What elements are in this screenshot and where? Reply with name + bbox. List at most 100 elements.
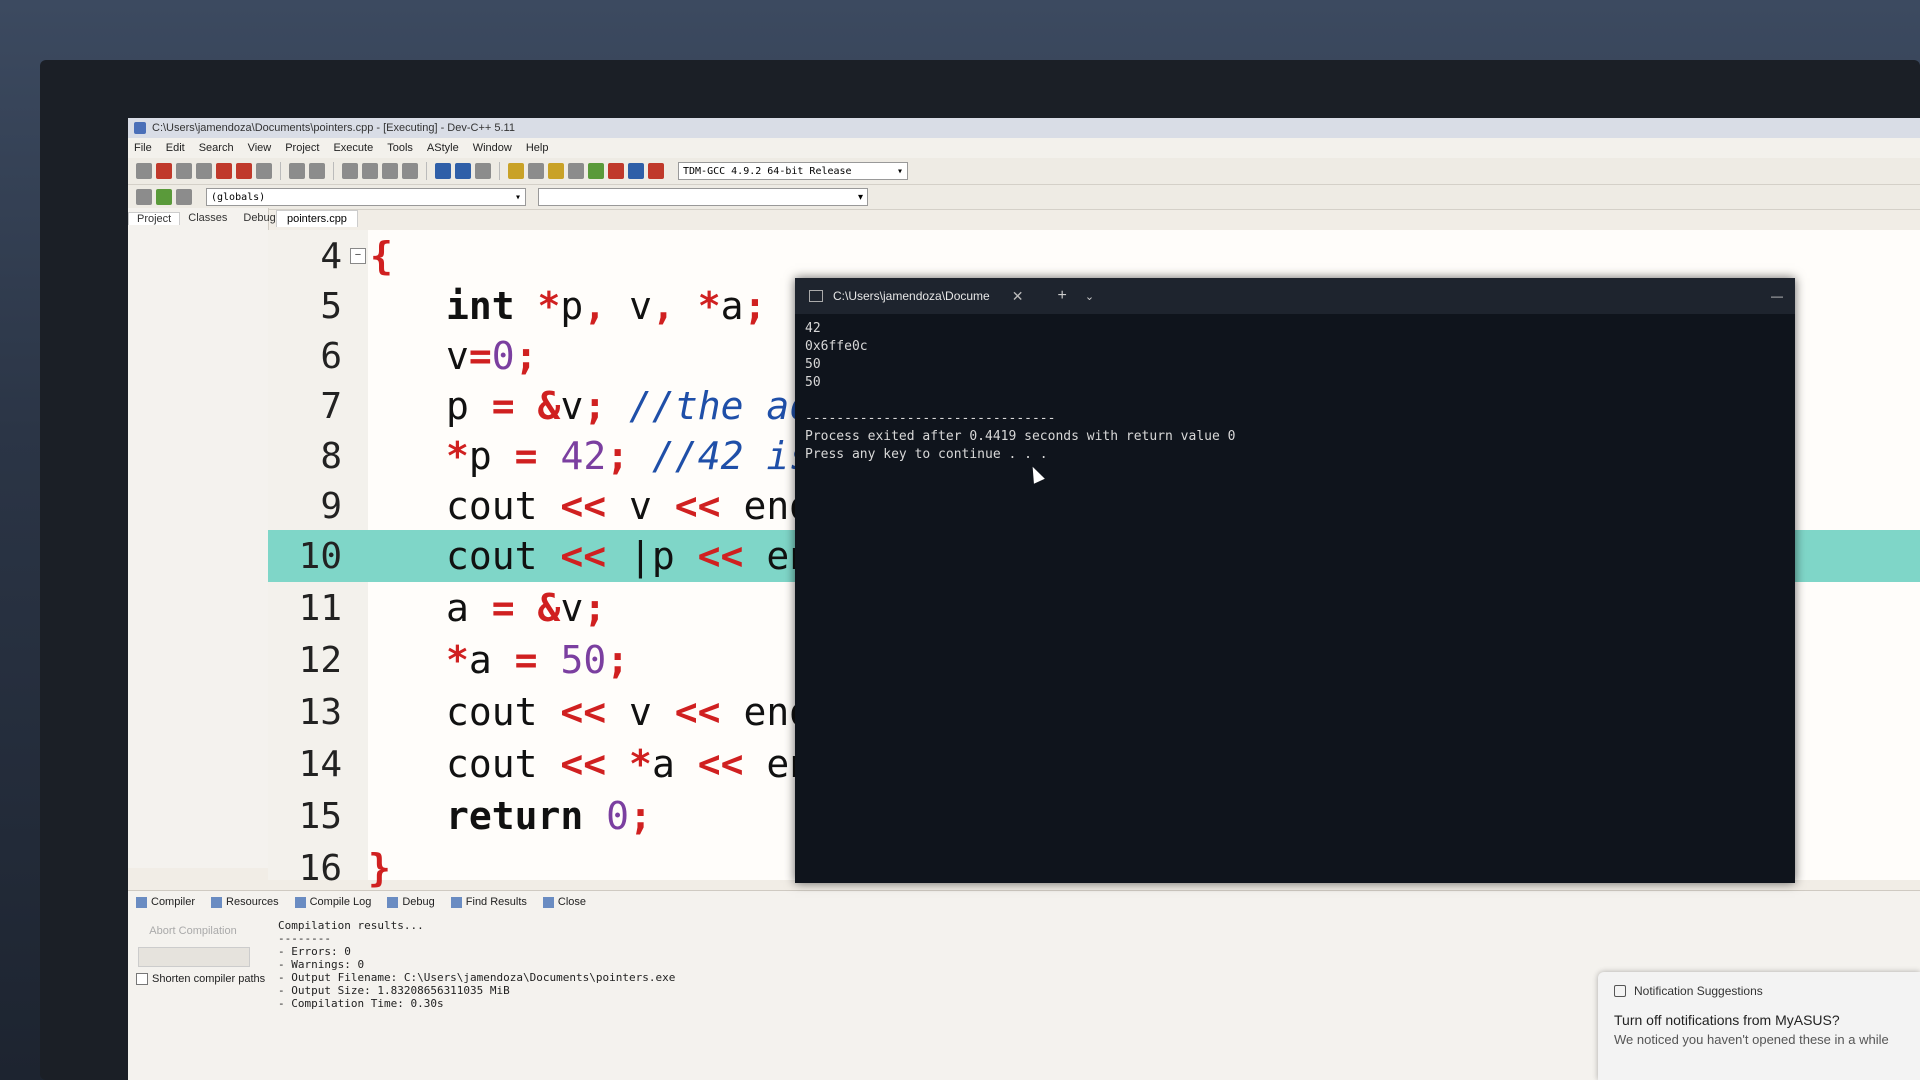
print-icon[interactable] [256,163,272,179]
menu-project[interactable]: Project [285,142,319,154]
shorten-paths-checkbox[interactable] [136,973,148,985]
stop-execution-icon[interactable] [608,163,624,179]
debug-icon[interactable] [648,163,664,179]
code-text: *a = 50; [446,638,630,682]
line-number: 11 [298,587,342,629]
compiler-select[interactable]: TDM-GCC 4.9.2 64-bit Release ▾ [678,162,908,180]
compiler-select-value: TDM-GCC 4.9.2 64-bit Release [683,165,852,177]
project-panel-tabs: Project Classes Debug [128,208,276,228]
toggle-bookmark-icon[interactable] [156,189,172,205]
tab-project[interactable]: Project [128,211,181,225]
notification-icon [1614,985,1626,997]
insert-icon[interactable] [136,189,152,205]
save-icon[interactable] [176,163,192,179]
run-icon[interactable] [528,163,544,179]
close-file-icon[interactable] [216,163,232,179]
line-number: 4 [320,235,342,277]
tab-close-label: Close [557,896,587,908]
line-number: 6 [320,335,342,377]
new-tab-icon[interactable]: + [1057,287,1066,305]
menu-tools[interactable]: Tools [387,142,413,154]
menu-file[interactable]: File [134,142,152,154]
line-number: 15 [298,795,342,837]
line-number: 16 [298,847,342,889]
function-select[interactable]: ▾ [538,188,868,206]
tab-resources[interactable]: Resources [211,896,279,908]
code-text: { [370,234,393,278]
rebuild-icon[interactable] [568,163,584,179]
compiler-icon [136,896,147,908]
tab-compile-log[interactable]: Compile Log [294,896,372,908]
tab-close[interactable]: Close [542,896,587,908]
check-syntax-icon[interactable] [588,163,604,179]
menu-window[interactable]: Window [473,142,512,154]
window-title: C:\Users\jamendoza\Documents\pointers.cp… [152,122,515,134]
redo-icon[interactable] [309,163,325,179]
tab-debug-label: Debug [402,896,435,908]
code-text: { [370,234,393,278]
chevron-down-icon: ▾ [896,165,903,177]
line-number: 8 [320,435,342,477]
line-number: 9 [320,485,342,527]
profile-icon[interactable] [628,163,644,179]
tab-debug-bottom[interactable]: Debug [387,896,435,908]
title-bar: C:\Users\jamendoza\Documents\pointers.cp… [128,118,1920,138]
close-all-icon[interactable] [236,163,252,179]
toolbar-separator [426,162,427,180]
checkmark-icon [387,896,399,908]
compile-log-icon [294,896,306,908]
find-icon[interactable] [342,163,358,179]
fold-collapse-icon[interactable]: − [350,248,366,264]
goto-bookmark-icon[interactable] [176,189,192,205]
bookmark-icon[interactable] [475,163,491,179]
tab-resources-label: Resources [226,896,279,908]
chevron-down-icon[interactable]: ⌄ [1085,290,1094,303]
close-icon [542,896,554,908]
tab-pointers-cpp[interactable]: pointers.cpp [276,209,358,227]
code-text: v=0; [446,334,538,378]
unindent-icon[interactable] [402,163,418,179]
tab-compiler[interactable]: Compiler [136,896,195,908]
notification-toast[interactable]: Notification Suggestions Turn off notifi… [1598,972,1920,1080]
line-number: 5 [320,285,342,327]
menu-execute[interactable]: Execute [333,142,373,154]
console-output: 42 0x6ffe0c 50 50 ----------------------… [805,321,1236,462]
replace-icon[interactable] [362,163,378,179]
toolbar-separator [499,162,500,180]
goto-right-icon[interactable] [455,163,471,179]
goto-left-icon[interactable] [435,163,451,179]
menu-view[interactable]: View [248,142,272,154]
compile-run-icon[interactable] [548,163,564,179]
menu-astyle[interactable]: AStyle [427,142,459,154]
menu-search[interactable]: Search [199,142,234,154]
close-tab-icon[interactable]: ✕ [1012,288,1024,305]
undo-icon[interactable] [289,163,305,179]
code-text: int *p, v, *a; [446,284,767,328]
tab-compiler-label: Compiler [151,896,196,908]
console-window[interactable]: C:\Users\jamendoza\Docume ✕ + ⌄ — 42 0x6… [795,278,1795,883]
minimize-icon[interactable]: — [1771,289,1783,303]
menu-help[interactable]: Help [526,142,549,154]
menu-edit[interactable]: Edit [166,142,185,154]
compile-icon[interactable] [508,163,524,179]
notification-header-text: Notification Suggestions [1634,984,1763,998]
tab-compile-log-label: Compile Log [309,896,372,908]
abort-compilation-button[interactable]: Abort Compilation [138,921,248,941]
code-text: return 0; [446,794,652,838]
chevron-down-icon: ▾ [857,191,863,203]
console-tab-title[interactable]: C:\Users\jamendoza\Docume [833,289,990,303]
tab-find-results[interactable]: Find Results [450,896,527,908]
scope-select[interactable]: (globals) ▾ [206,188,526,206]
open-file-icon[interactable] [156,163,172,179]
tab-find-results-label: Find Results [465,896,527,908]
tab-classes[interactable]: Classes [180,212,235,224]
class-toolbar: (globals) ▾ ▾ [128,185,1920,210]
shorten-paths-option[interactable]: Shorten compiler paths [136,973,265,985]
project-panel: Project Classes Debug [128,208,276,868]
line-number: 14 [298,743,342,785]
compile-progress-bar [138,947,250,967]
indent-icon[interactable] [382,163,398,179]
scope-select-value: (globals) [211,191,266,203]
save-all-icon[interactable] [196,163,212,179]
new-file-icon[interactable] [136,163,152,179]
